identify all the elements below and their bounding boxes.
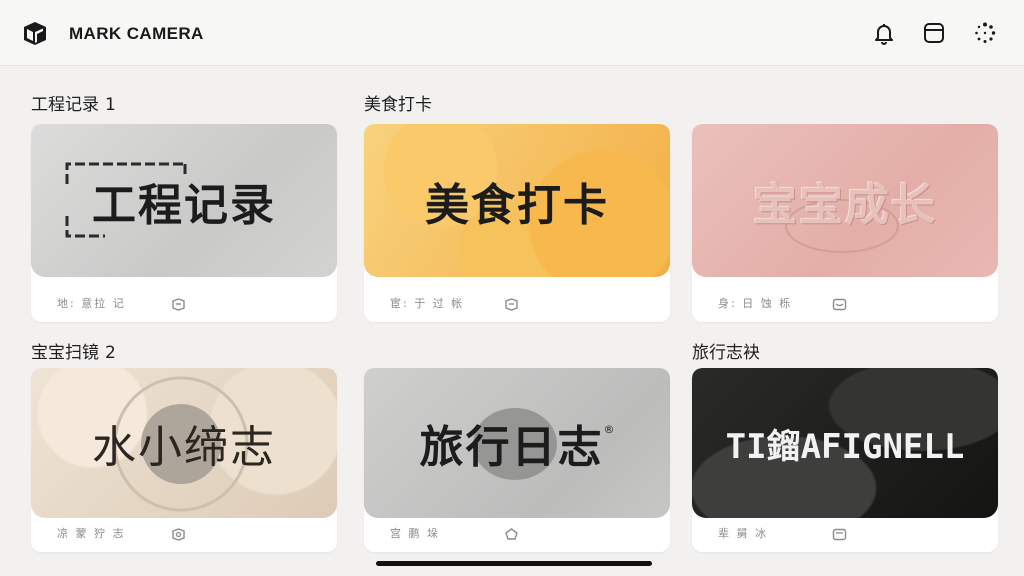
album-cover: 旅行日志 ®: [364, 368, 670, 518]
section-title-food: 美食打卡: [364, 90, 432, 115]
app-title: MARK CAMERA: [69, 24, 204, 43]
album-badge-icon: [832, 528, 847, 541]
cover-title: 美食打卡: [425, 179, 609, 231]
section-count: 2: [105, 343, 116, 363]
card-meta: 地: 意拉 记: [57, 297, 126, 310]
cover-title: 工程记录: [92, 179, 276, 231]
album-cover: 水小缔志: [31, 368, 337, 518]
album-card-baby-growth[interactable]: 宝宝成长 身: 日 蚀 栎: [692, 124, 998, 322]
cover-title: 旅行日志: [419, 422, 604, 473]
home-indicator[interactable]: [376, 561, 652, 566]
section-title-text: 宝宝扫镜: [31, 343, 99, 363]
section-title-text: 工程记录: [31, 95, 99, 115]
camera-cube-logo-icon: [24, 22, 46, 45]
section-count: 1: [105, 95, 116, 115]
album-cover: 美食打卡: [364, 124, 670, 277]
cover-title: 宝宝成长: [753, 179, 937, 231]
album-badge-icon: [505, 528, 518, 540]
section-title-baby: 宝宝扫镜 2: [31, 338, 116, 363]
card-meta: 凉 蒙 狞 志: [57, 527, 126, 540]
album-cover: 工程记录: [31, 124, 337, 277]
album-badge-icon: [832, 298, 847, 311]
section-title-text: 旅行志袂: [692, 343, 760, 363]
bell-icon[interactable]: [872, 21, 896, 45]
album-badge-icon: [505, 298, 518, 311]
card-meta: 宦: 于 过 帐: [390, 297, 465, 310]
loading-dots-icon[interactable]: [973, 21, 997, 45]
album-card-travel-dark[interactable]: TI鎦AFIGNELL 辈 舅 冰: [692, 368, 998, 552]
window-icon[interactable]: [922, 21, 946, 45]
album-card-food[interactable]: 美食打卡 宦: 于 过 帐: [364, 124, 670, 322]
album-cover: TI鎦AFIGNELL: [692, 368, 998, 518]
album-card-baby-scan[interactable]: 水小缔志 凉 蒙 狞 志: [31, 368, 337, 552]
section-title-engineering: 工程记录 1: [31, 90, 116, 115]
top-bar: MARK CAMERA: [0, 0, 1024, 66]
card-meta: 宫 鹏 垛: [390, 527, 440, 540]
cover-title: TI鎦AFIGNELL: [725, 426, 965, 467]
card-meta: 辈 舅 冰: [718, 527, 768, 540]
album-badge-icon: [172, 528, 185, 541]
album-badge-icon: [172, 298, 185, 311]
album-card-travel-log[interactable]: 旅行日志 ® 宫 鹏 垛: [364, 368, 670, 552]
album-cover: 宝宝成长: [692, 124, 998, 277]
album-card-engineering[interactable]: 工程记录 地: 意拉 记: [31, 124, 337, 322]
section-title-text: 美食打卡: [364, 95, 432, 115]
cover-title: 水小缔志: [92, 422, 276, 473]
card-meta: 身: 日 蚀 栎: [718, 297, 793, 310]
registered-mark-icon: ®: [603, 422, 615, 436]
section-title-travel: 旅行志袂: [692, 338, 760, 363]
